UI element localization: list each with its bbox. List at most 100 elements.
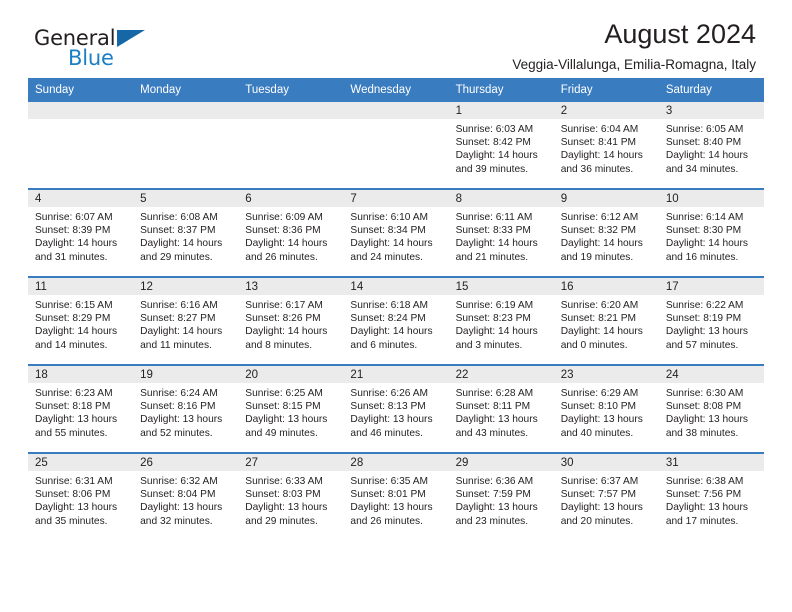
day-detail-line: Sunset: 8:26 PM bbox=[245, 313, 321, 325]
day-detail-line: and 39 minutes. bbox=[455, 163, 529, 175]
day-details: Sunrise: 6:03 AM Sunset: 8:42 PM Daylight:… bbox=[449, 119, 554, 176]
day-cell-25[interactable]: 25 Sunrise: 6:31 AM Sunset: 8:06 PM Dayligh… bbox=[28, 454, 134, 540]
weekday-header-friday: Friday bbox=[553, 78, 659, 102]
day-detail-line: and 23 minutes. bbox=[455, 515, 529, 527]
day-number: 3 bbox=[658, 102, 764, 119]
day-detail-line: Sunrise: 6:18 AM bbox=[350, 300, 429, 311]
day-detail-line: Daylight: 14 hours bbox=[455, 326, 538, 338]
day-cell-21[interactable]: 21 Sunrise: 6:26 AM Sunset: 8:13 PM Dayligh… bbox=[343, 366, 449, 452]
calendar-grid: Sunday Monday Tuesday Wednesday Thursday Frid… bbox=[28, 78, 764, 540]
day-detail-line: Sunrise: 6:23 AM bbox=[35, 388, 113, 399]
day-number: 27 bbox=[238, 454, 344, 471]
day-detail-line: Sunset: 7:57 PM bbox=[560, 489, 637, 501]
day-details: Sunrise: 6:09 AM Sunset: 8:36 PM Daylight:… bbox=[238, 207, 343, 264]
day-detail-line: and 55 minutes. bbox=[35, 427, 108, 439]
day-detail-line: and 11 minutes. bbox=[140, 339, 212, 351]
day-cell-31[interactable]: 31 Sunrise: 6:38 AM Sunset: 7:56 PM Dayligh… bbox=[658, 454, 764, 540]
day-cell-27[interactable]: 27 Sunrise: 6:33 AM Sunset: 8:03 PM Dayligh… bbox=[238, 454, 344, 540]
day-cell-15[interactable]: 15 Sunrise: 6:19 AM Sunset: 8:23 PM Dayligh… bbox=[448, 278, 554, 364]
day-number: 23 bbox=[553, 366, 659, 383]
day-details: Sunrise: 6:17 AM Sunset: 8:26 PM Daylight:… bbox=[238, 295, 343, 352]
day-cell-7[interactable]: 7 Sunrise: 6:10 AM Sunset: 8:34 PM Daylight… bbox=[343, 190, 449, 276]
day-details: Sunrise: 6:29 AM Sunset: 8:10 PM Daylight:… bbox=[554, 383, 659, 440]
page-subtitle: Veggia-Villalunga, Emilia-Romagna, Italy bbox=[512, 57, 756, 73]
day-details bbox=[28, 119, 133, 123]
day-cell-2[interactable]: 2 Sunrise: 6:04 AM Sunset: 8:41 PM Daylight… bbox=[553, 102, 659, 188]
day-cell-23[interactable]: 23 Sunrise: 6:29 AM Sunset: 8:10 PM Dayligh… bbox=[553, 366, 659, 452]
day-cell-1[interactable]: 1 Sunrise: 6:03 AM Sunset: 8:42 PM Daylight… bbox=[448, 102, 554, 188]
day-detail-line: Sunrise: 6:37 AM bbox=[560, 476, 639, 487]
day-cell-29[interactable]: 29 Sunrise: 6:36 AM Sunset: 7:59 PM Dayligh… bbox=[448, 454, 554, 540]
day-detail-line: and 8 minutes. bbox=[245, 339, 313, 351]
day-details: Sunrise: 6:05 AM Sunset: 8:40 PM Daylight:… bbox=[659, 119, 764, 176]
calendar-header-row: Sunday Monday Tuesday Wednesday Thursday Frid… bbox=[28, 78, 764, 102]
day-detail-line: and 20 minutes. bbox=[560, 515, 634, 527]
general-blue-logo[interactable]: General Blue bbox=[34, 26, 164, 74]
day-cell-6[interactable]: 6 Sunrise: 6:09 AM Sunset: 8:36 PM Daylight… bbox=[238, 190, 344, 276]
day-number: 9 bbox=[553, 190, 659, 207]
day-cell-17[interactable]: 17 Sunrise: 6:22 AM Sunset: 8:19 PM Dayligh… bbox=[658, 278, 764, 364]
day-detail-line: Sunrise: 6:31 AM bbox=[35, 476, 113, 487]
day-detail-line: Daylight: 14 hours bbox=[350, 238, 433, 250]
day-number: 1 bbox=[448, 102, 554, 119]
day-detail-line: Sunset: 8:06 PM bbox=[35, 489, 111, 501]
day-detail-line: Sunset: 8:37 PM bbox=[140, 225, 216, 237]
week-row: 18 Sunrise: 6:23 AM Sunset: 8:18 PM Dayligh… bbox=[28, 366, 764, 452]
day-detail-line: Sunset: 8:19 PM bbox=[665, 313, 742, 325]
day-detail-line: Sunset: 8:24 PM bbox=[350, 313, 426, 325]
day-detail-line: Daylight: 14 hours bbox=[140, 326, 223, 338]
day-details: Sunrise: 6:07 AM Sunset: 8:39 PM Daylight:… bbox=[28, 207, 133, 264]
day-detail-line: and 31 minutes. bbox=[35, 251, 108, 263]
day-cell-24[interactable]: 24 Sunrise: 6:30 AM Sunset: 8:08 PM Dayligh… bbox=[658, 366, 764, 452]
day-cell-19[interactable]: 19 Sunrise: 6:24 AM Sunset: 8:16 PM Dayligh… bbox=[133, 366, 239, 452]
day-detail-line: Sunset: 8:10 PM bbox=[560, 401, 637, 413]
day-number: 17 bbox=[658, 278, 764, 295]
day-cell-28[interactable]: 28 Sunrise: 6:35 AM Sunset: 8:01 PM Dayligh… bbox=[343, 454, 449, 540]
day-detail-line: Daylight: 14 hours bbox=[35, 326, 118, 338]
day-number: 12 bbox=[133, 278, 239, 295]
day-details: Sunrise: 6:26 AM Sunset: 8:13 PM Daylight:… bbox=[343, 383, 448, 440]
day-number: 21 bbox=[343, 366, 449, 383]
day-details: Sunrise: 6:10 AM Sunset: 8:34 PM Daylight:… bbox=[343, 207, 448, 264]
day-cell-4[interactable]: 4 Sunrise: 6:07 AM Sunset: 8:39 PM Daylight… bbox=[28, 190, 134, 276]
day-cell-14[interactable]: 14 Sunrise: 6:18 AM Sunset: 8:24 PM Dayligh… bbox=[343, 278, 449, 364]
day-detail-line: Sunrise: 6:04 AM bbox=[560, 124, 639, 135]
day-detail-line: Sunset: 8:03 PM bbox=[245, 489, 321, 501]
day-detail-line: Daylight: 13 hours bbox=[455, 502, 538, 514]
day-cell-12[interactable]: 12 Sunrise: 6:16 AM Sunset: 8:27 PM Dayligh… bbox=[133, 278, 239, 364]
day-detail-line: Daylight: 14 hours bbox=[455, 150, 538, 162]
day-cell-26[interactable]: 26 Sunrise: 6:32 AM Sunset: 8:04 PM Dayligh… bbox=[133, 454, 239, 540]
weekday-header-thursday: Thursday bbox=[448, 78, 554, 102]
day-cell-18[interactable]: 18 Sunrise: 6:23 AM Sunset: 8:18 PM Dayligh… bbox=[28, 366, 134, 452]
day-detail-line: Sunrise: 6:15 AM bbox=[35, 300, 113, 311]
day-cell-3[interactable]: 3 Sunrise: 6:05 AM Sunset: 8:40 PM Daylight… bbox=[658, 102, 764, 188]
day-detail-line: and 17 minutes. bbox=[665, 515, 739, 527]
day-details: Sunrise: 6:08 AM Sunset: 8:37 PM Daylight:… bbox=[133, 207, 238, 264]
day-number: 13 bbox=[238, 278, 344, 295]
day-detail-line: Daylight: 14 hours bbox=[560, 238, 643, 250]
day-cell-22[interactable]: 22 Sunrise: 6:28 AM Sunset: 8:11 PM Dayligh… bbox=[448, 366, 554, 452]
day-cell-16[interactable]: 16 Sunrise: 6:20 AM Sunset: 8:21 PM Dayligh… bbox=[553, 278, 659, 364]
day-cell-11[interactable]: 11 Sunrise: 6:15 AM Sunset: 8:29 PM Dayligh… bbox=[28, 278, 134, 364]
day-detail-line: Sunrise: 6:16 AM bbox=[140, 300, 218, 311]
day-cell-13[interactable]: 13 Sunrise: 6:17 AM Sunset: 8:26 PM Dayligh… bbox=[238, 278, 344, 364]
day-detail-line: Sunrise: 6:29 AM bbox=[560, 388, 639, 399]
day-detail-line: Sunset: 8:23 PM bbox=[455, 313, 531, 325]
day-detail-line: and 49 minutes. bbox=[245, 427, 318, 439]
day-number: 31 bbox=[658, 454, 764, 471]
day-detail-line: Daylight: 14 hours bbox=[140, 238, 223, 250]
day-number: 16 bbox=[553, 278, 659, 295]
day-cell-10[interactable]: 10 Sunrise: 6:14 AM Sunset: 8:30 PM Dayligh… bbox=[658, 190, 764, 276]
day-detail-line: Sunrise: 6:22 AM bbox=[665, 300, 744, 311]
day-cell-30[interactable]: 30 Sunrise: 6:37 AM Sunset: 7:57 PM Dayligh… bbox=[553, 454, 659, 540]
weekday-header-wednesday: Wednesday bbox=[343, 78, 449, 102]
day-detail-line: Sunset: 8:41 PM bbox=[560, 137, 637, 149]
day-detail-line: Daylight: 13 hours bbox=[140, 502, 223, 514]
day-detail-line: Sunrise: 6:32 AM bbox=[140, 476, 218, 487]
day-details: Sunrise: 6:19 AM Sunset: 8:23 PM Daylight:… bbox=[449, 295, 554, 352]
day-cell-5[interactable]: 5 Sunrise: 6:08 AM Sunset: 8:37 PM Daylight… bbox=[133, 190, 239, 276]
day-cell-9[interactable]: 9 Sunrise: 6:12 AM Sunset: 8:32 PM Daylight… bbox=[553, 190, 659, 276]
day-cell-20[interactable]: 20 Sunrise: 6:25 AM Sunset: 8:15 PM Dayligh… bbox=[238, 366, 344, 452]
day-detail-line: Daylight: 13 hours bbox=[245, 502, 328, 514]
day-cell-8[interactable]: 8 Sunrise: 6:11 AM Sunset: 8:33 PM Daylight… bbox=[448, 190, 554, 276]
